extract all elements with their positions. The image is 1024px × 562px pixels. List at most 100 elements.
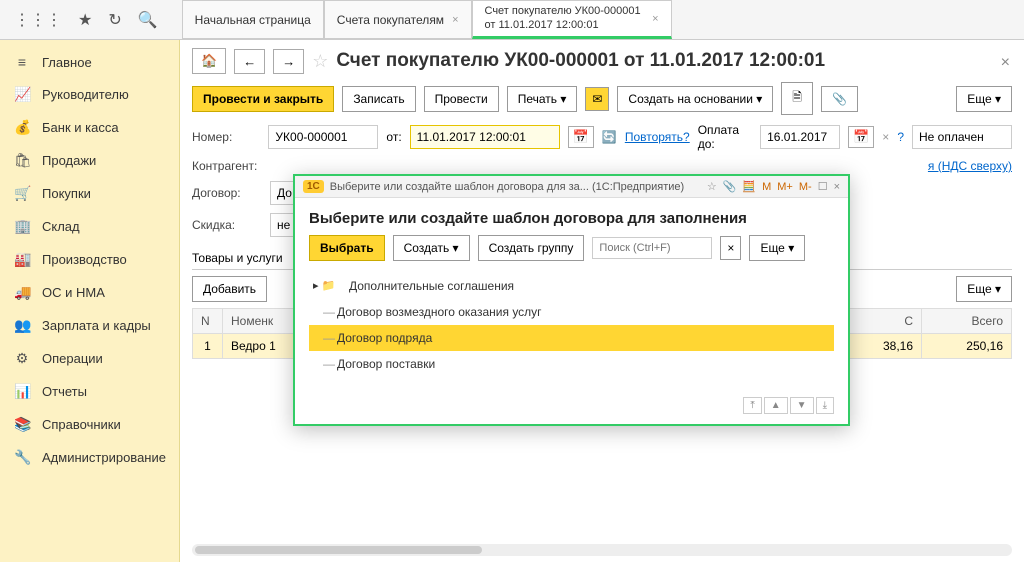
sidebar-item-os[interactable]: 🚚ОС и НМА <box>0 276 179 309</box>
sidebar-item-stock[interactable]: 🏢Склад <box>0 210 179 243</box>
bar-icon: 📊 <box>14 383 30 400</box>
pay-label: Оплата до: <box>698 123 752 151</box>
repeat-link[interactable]: Повторять? <box>625 130 690 144</box>
contract-label: Договор: <box>192 186 262 200</box>
mail-button[interactable]: ✉ <box>585 87 609 111</box>
tool-mplus[interactable]: M+ <box>777 181 793 193</box>
people-icon: 👥 <box>14 317 30 334</box>
calendar-icon[interactable]: 📅 <box>568 126 594 148</box>
pay-date-field[interactable] <box>760 125 840 149</box>
search-icon[interactable]: 🔍 <box>138 10 158 30</box>
sidebar-item-manager[interactable]: 📈Руководителю <box>0 78 179 111</box>
sidebar-item-reports[interactable]: 📊Отчеты <box>0 375 179 408</box>
col-total: Всего <box>922 309 1012 334</box>
nav-first-icon[interactable]: ⤒ <box>743 397 761 414</box>
run-button[interactable]: Провести <box>424 86 499 112</box>
print-button[interactable]: Печать ▾ <box>507 86 578 112</box>
sidebar-item-prod[interactable]: 🏭Производство <box>0 243 179 276</box>
truck-icon: 🚚 <box>14 284 30 301</box>
building-icon: 🏢 <box>14 218 30 235</box>
sidebar-item-bank[interactable]: 💰Банк и касса <box>0 111 179 144</box>
number-field[interactable] <box>268 125 378 149</box>
tool-mminus[interactable]: M- <box>799 181 812 193</box>
favorite-icon[interactable]: ☆ <box>312 51 328 72</box>
wrench-icon: 🔧 <box>14 449 30 466</box>
tool-restore-icon[interactable]: ☐ <box>818 180 828 193</box>
sidebar-item-main[interactable]: ≡Главное <box>0 46 179 78</box>
cart-icon: 🛒 <box>14 185 30 202</box>
tool-clip-icon[interactable]: 📎 <box>723 180 737 193</box>
repeat-icon[interactable]: 🔄 <box>602 130 617 144</box>
run-close-button[interactable]: Провести и закрыть <box>192 86 334 112</box>
topbar: ⋮⋮⋮ ★ ↻ 🔍 Начальная страница Счета покуп… <box>0 0 1024 40</box>
close-icon[interactable]: × <box>652 13 658 25</box>
bag-icon: 🛍 <box>14 152 30 169</box>
home-button[interactable]: 🏠 <box>192 48 226 74</box>
chart-icon: 📈 <box>14 86 30 103</box>
col-n: N <box>193 309 223 334</box>
money-icon: 💰 <box>14 119 30 136</box>
save-button[interactable]: Записать <box>342 86 415 112</box>
tool-calc-icon[interactable]: 🧮 <box>742 180 756 193</box>
sidebar-item-admin[interactable]: 🔧Администрирование <box>0 441 179 474</box>
nav-up-icon[interactable]: ▲ <box>764 397 788 414</box>
search-clear-button[interactable]: × <box>720 236 741 260</box>
sidebar-item-ops[interactable]: ⚙Операции <box>0 342 179 375</box>
book-icon: 📚 <box>14 416 30 433</box>
nav-last-icon[interactable]: ⤓ <box>816 397 834 414</box>
list-item[interactable]: Договор возмездного оказания услуг <box>309 299 834 325</box>
list-item-folder[interactable]: Дополнительные соглашения <box>309 273 834 299</box>
apps-icon[interactable]: ⋮⋮⋮ <box>14 10 62 30</box>
sidebar-item-refs[interactable]: 📚Справочники <box>0 408 179 441</box>
nds-link[interactable]: я (НДС сверху) <box>928 159 1012 173</box>
date-field[interactable] <box>410 125 560 149</box>
close-doc-button[interactable]: × <box>1001 54 1010 72</box>
app-badge: 1C <box>303 180 324 193</box>
tab-invoices[interactable]: Счета покупателям× <box>324 0 472 39</box>
gear-icon: ⚙ <box>14 350 30 367</box>
pay-status-field[interactable] <box>912 125 1012 149</box>
more-button[interactable]: Еще ▾ <box>956 86 1012 112</box>
template-list: Дополнительные соглашения Договор возмез… <box>295 269 848 381</box>
clip-button[interactable]: 📎 <box>821 86 858 112</box>
modal-wintitle: Выберите или создайте шаблон договора дл… <box>330 181 684 193</box>
sidebar-item-sales[interactable]: 🛍Продажи <box>0 144 179 177</box>
calendar-icon[interactable]: 📅 <box>848 126 874 148</box>
tool-star-icon[interactable]: ☆ <box>707 180 717 193</box>
sidebar-item-salary[interactable]: 👥Зарплата и кадры <box>0 309 179 342</box>
number-label: Номер: <box>192 130 260 144</box>
sidebar-item-buy[interactable]: 🛒Покупки <box>0 177 179 210</box>
modal-more-button[interactable]: Еще ▾ <box>749 235 805 261</box>
contr-label: Контрагент: <box>192 159 262 173</box>
create-group-button[interactable]: Создать группу <box>478 235 585 261</box>
add-button[interactable]: Добавить <box>192 276 267 302</box>
search-input[interactable] <box>592 237 712 259</box>
star-icon[interactable]: ★ <box>78 10 92 30</box>
tool-close-icon[interactable]: × <box>834 181 840 193</box>
menu-icon: ≡ <box>14 54 30 70</box>
doc-icon-button[interactable]: 🗎 <box>781 82 813 115</box>
tab-home[interactable]: Начальная страница <box>182 0 324 39</box>
back-button[interactable]: ← <box>234 49 265 74</box>
nav-down-icon[interactable]: ▼ <box>790 397 814 414</box>
fwd-button[interactable]: → <box>273 49 304 74</box>
from-label: от: <box>386 130 401 144</box>
tool-m[interactable]: M <box>762 181 771 193</box>
history-icon[interactable]: ↻ <box>108 10 121 30</box>
list-item[interactable]: Договор поставки <box>309 351 834 377</box>
select-button[interactable]: Выбрать <box>309 235 385 261</box>
page-title: Счет покупателю УК00-000001 от 11.01.201… <box>336 50 825 72</box>
close-icon[interactable]: × <box>452 14 458 26</box>
tab-invoice-current[interactable]: Счет покупателю УК00-000001 от 11.01.201… <box>472 0 672 39</box>
create-on-button[interactable]: Создать на основании ▾ <box>617 86 773 112</box>
factory-icon: 🏭 <box>14 251 30 268</box>
col-c: С <box>842 309 922 334</box>
modal-title: Выберите или создайте шаблон договора дл… <box>295 198 848 235</box>
template-modal: 1C Выберите или создайте шаблон договора… <box>293 174 850 426</box>
sidebar: ≡Главное 📈Руководителю 💰Банк и касса 🛍Пр… <box>0 40 180 562</box>
more2-button[interactable]: Еще ▾ <box>956 276 1012 302</box>
create-button[interactable]: Создать ▾ <box>393 235 470 261</box>
scrollbar-h[interactable] <box>192 544 1012 556</box>
discount-label: Скидка: <box>192 218 262 232</box>
list-item-selected[interactable]: Договор подряда <box>309 325 834 351</box>
